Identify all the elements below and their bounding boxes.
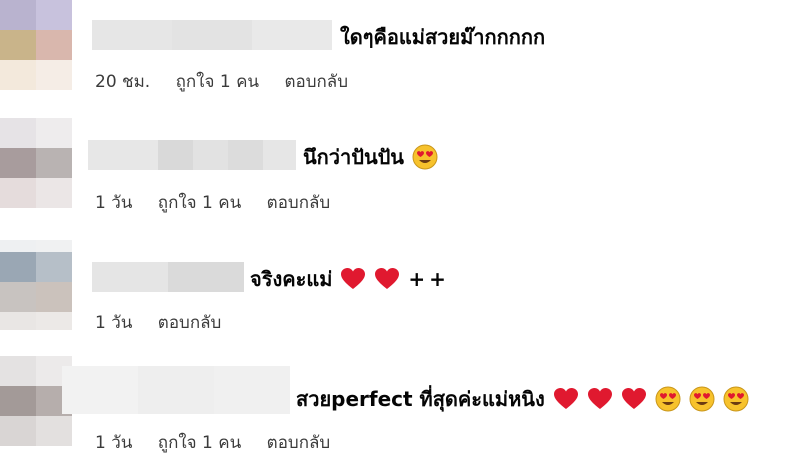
comment-meta: 1 วัน ถูกใจ 1 คน ตอบกลับ [95,432,350,454]
comment-meta: 20 ชม. ถูกใจ 1 คน ตอบกลับ [95,71,368,93]
comment-body: สวยperfect ที่สุดค่ะแม่หนิง [296,387,545,411]
comment-timestamp[interactable]: 1 วัน [95,193,132,213]
avatar[interactable] [0,240,72,330]
comment-body: นึกว่าปันปัน [303,145,404,169]
heart-emoji-icon [621,387,647,411]
heart-eyes-emoji-icon [655,386,681,412]
reply-link[interactable]: ตอบกลับ [284,72,348,92]
heart-emoji-icon [553,387,579,411]
commenter-name-blurred[interactable] [92,20,332,50]
reply-link[interactable]: ตอบกลับ [158,313,222,333]
reply-link[interactable]: ตอบกลับ [267,193,331,213]
heart-emoji-icon [587,387,613,411]
comment-text: จริงคะแม่ ++ [250,264,450,294]
commenter-name-blurred[interactable] [62,366,290,414]
comment-suffix: ++ [408,267,450,291]
comment-text: ใดๆคือแม่สวยม๊ากกกกก [340,22,545,52]
comment-meta: 1 วัน ถูกใจ 1 คน ตอบกลับ [95,192,350,214]
commenter-name-blurred[interactable] [92,262,244,292]
comment-meta: 1 วัน ตอบกลับ [95,312,241,334]
like-count[interactable]: ถูกใจ 1 คน [176,72,259,92]
comment-text: สวยperfect ที่สุดค่ะแม่หนิง [296,384,749,414]
heart-emoji-icon [374,267,400,291]
comment-text: นึกว่าปันปัน [303,142,438,172]
like-count[interactable]: ถูกใจ 1 คน [158,433,241,453]
comment-timestamp[interactable]: 1 วัน [95,433,132,453]
avatar[interactable] [0,0,72,90]
heart-eyes-emoji-icon [412,144,438,170]
avatar[interactable] [0,118,72,208]
heart-eyes-emoji-icon [689,386,715,412]
comment-body: จริงคะแม่ [250,267,333,291]
like-count[interactable]: ถูกใจ 1 คน [158,193,241,213]
heart-eyes-emoji-icon [723,386,749,412]
commenter-name-blurred[interactable] [88,140,296,170]
comment-body: ใดๆคือแม่สวยม๊ากกกกก [340,25,546,49]
comment-timestamp[interactable]: 1 วัน [95,313,132,333]
comment-timestamp[interactable]: 20 ชม. [95,72,150,92]
heart-emoji-icon [340,267,366,291]
reply-link[interactable]: ตอบกลับ [267,433,331,453]
